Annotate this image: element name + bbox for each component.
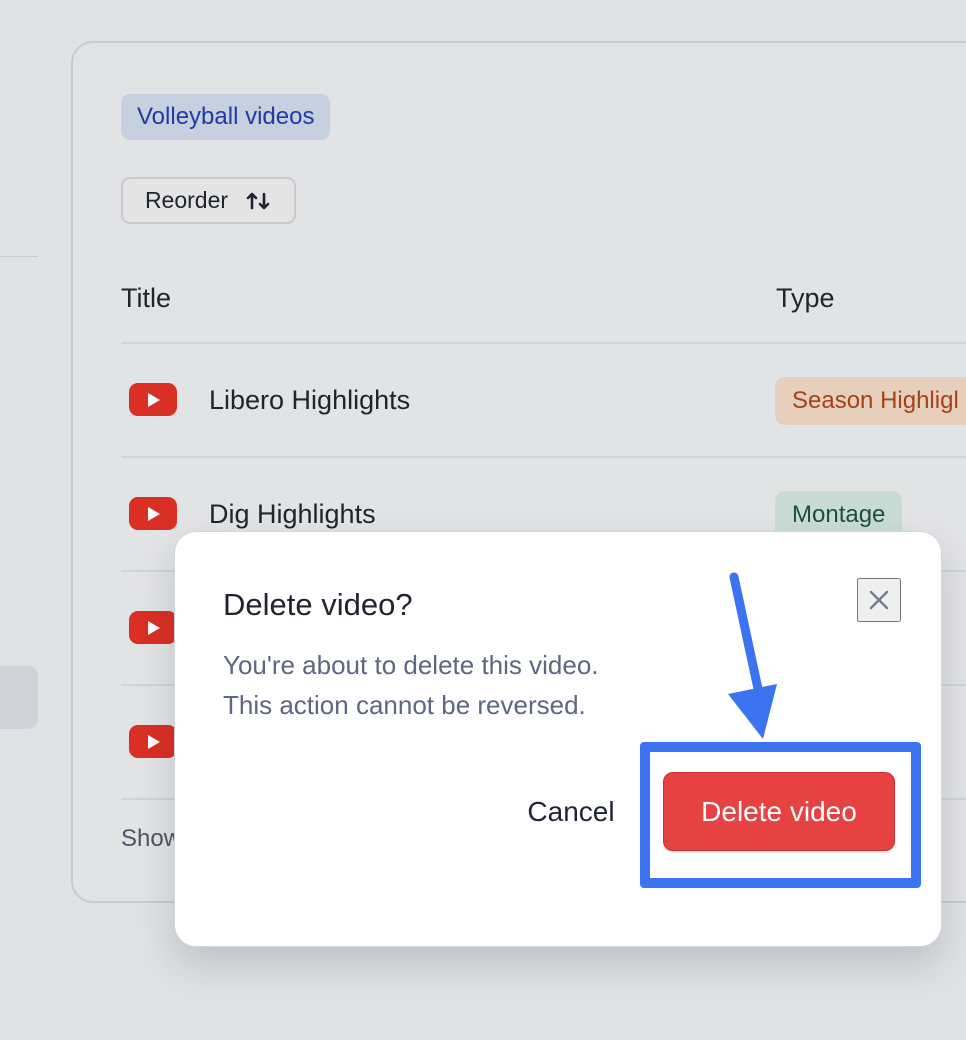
youtube-icon bbox=[129, 383, 177, 416]
reorder-label: Reorder bbox=[144, 187, 229, 213]
dialog-message-line: This action cannot be reversed. bbox=[223, 690, 586, 720]
title-column-header: Title bbox=[121, 283, 172, 313]
reorder-button[interactable]: Reorder bbox=[121, 177, 296, 224]
youtube-icon bbox=[129, 497, 177, 530]
youtube-icon bbox=[129, 725, 177, 758]
table-footer-text: Show bbox=[121, 825, 182, 852]
close-dialog-button[interactable] bbox=[857, 578, 901, 622]
dialog-title: Delete video? bbox=[223, 587, 413, 622]
close-icon bbox=[869, 590, 889, 610]
delete-video-button[interactable]: Delete video bbox=[663, 772, 895, 851]
table-divider bbox=[121, 342, 966, 344]
video-type-badge: Season Highligl bbox=[775, 377, 966, 425]
delete-video-dialog: Delete video? You're about to delete thi… bbox=[174, 531, 942, 947]
library-chip[interactable]: Volleyball videos bbox=[121, 94, 331, 140]
video-title[interactable]: Libero Highlights bbox=[209, 384, 410, 416]
swap-vertical-icon bbox=[246, 192, 270, 209]
dialog-message-line: You're about to delete this video. bbox=[223, 650, 599, 680]
video-title[interactable]: Dig Highlights bbox=[209, 498, 376, 530]
table-divider bbox=[121, 456, 966, 458]
cancel-button[interactable]: Cancel bbox=[506, 788, 636, 836]
dialog-message: You're about to delete this video. This … bbox=[223, 645, 743, 725]
page-backdrop: Volleyball videos Reorder Title Type Lib… bbox=[0, 0, 966, 1040]
left-panel-divider bbox=[0, 256, 38, 257]
type-column-header: Type bbox=[776, 283, 835, 313]
left-panel-item bbox=[0, 666, 38, 729]
youtube-icon bbox=[129, 611, 177, 644]
